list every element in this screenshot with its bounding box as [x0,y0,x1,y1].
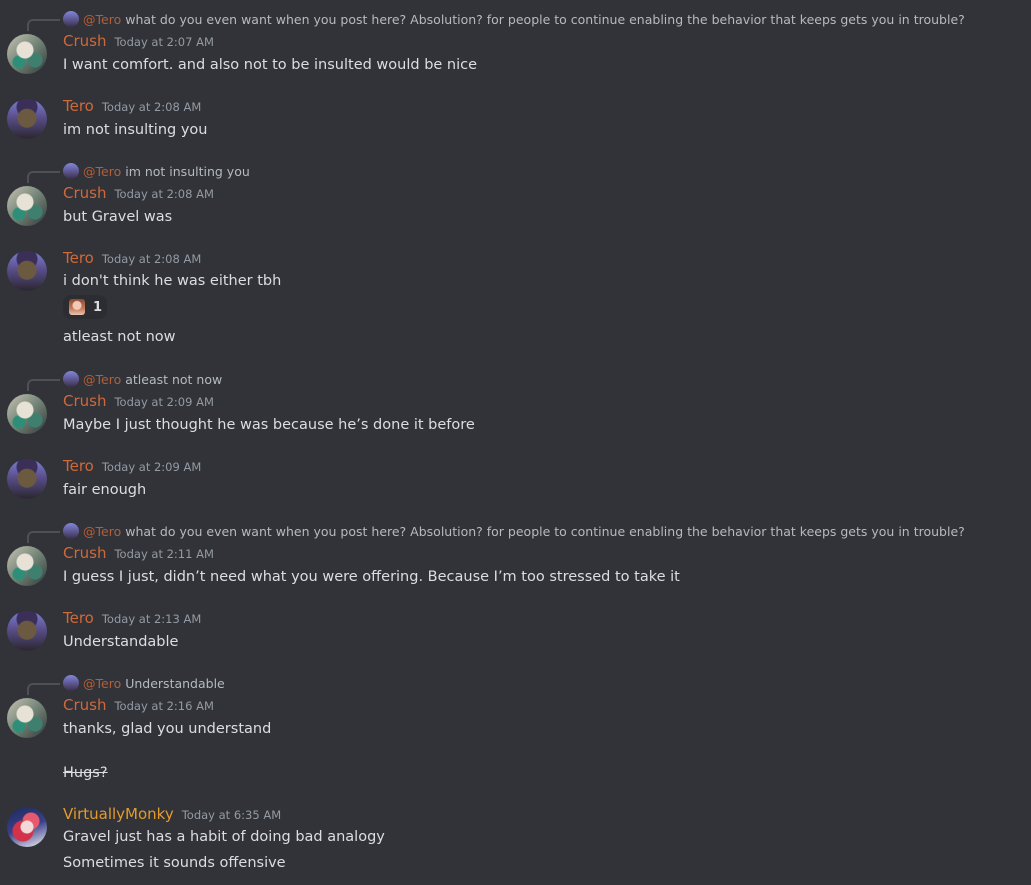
reply-connector [27,531,60,543]
timestamp[interactable]: Today at 2:13 AM [102,612,201,626]
message-header: Tero Today at 2:08 AM [63,97,201,119]
message-header: VirtuallyMonky Today at 6:35 AM [63,805,281,827]
reply-preview[interactable]: @Tero what do you even want when you pos… [63,522,965,540]
reply-connector [27,683,60,695]
reply-text[interactable]: im not insulting you [125,164,250,179]
reply-preview[interactable]: @Tero what do you even want when you pos… [63,10,965,28]
username[interactable]: Crush [63,544,106,562]
reply-mention[interactable]: @Tero [83,676,121,691]
reply-connector [27,171,60,183]
reply-text[interactable]: what do you even want when you post here… [125,12,965,27]
timestamp[interactable]: Today at 2:08 AM [102,252,201,266]
reply-text[interactable]: atleast not now [125,372,222,387]
message-header: Crush Today at 2:09 AM [63,392,214,414]
username[interactable]: Crush [63,184,106,202]
username[interactable]: Tero [63,457,94,475]
username[interactable]: Tero [63,97,94,115]
avatar[interactable] [7,251,47,291]
message-header: Crush Today at 2:11 AM [63,544,214,566]
reply-preview[interactable]: @Tero Understandable [63,674,225,692]
message-text: I guess I just, didn’t need what you wer… [63,569,680,585]
timestamp[interactable]: Today at 2:07 AM [114,35,213,49]
username[interactable]: Tero [63,249,94,267]
avatar[interactable] [7,611,47,651]
reaction-count: 1 [93,299,103,315]
reply-text[interactable]: what do you even want when you post here… [125,524,965,539]
timestamp[interactable]: Today at 2:16 AM [114,699,213,713]
reply-connector [27,379,60,391]
message-header: Crush Today at 2:07 AM [63,32,214,54]
reply-avatar [63,163,79,179]
username[interactable]: Crush [63,32,106,50]
message-text: fair enough [63,482,147,498]
reaction-button[interactable]: 1 [63,295,107,319]
message-header: Crush Today at 2:16 AM [63,696,214,718]
avatar[interactable] [7,698,47,738]
timestamp[interactable]: Today at 2:09 AM [114,395,213,409]
reply-mention[interactable]: @Tero [83,12,121,27]
avatar[interactable] [7,459,47,499]
avatar[interactable] [7,546,47,586]
reply-mention[interactable]: @Tero [83,524,121,539]
username[interactable]: VirtuallyMonky [63,805,174,823]
message-header: Tero Today at 2:13 AM [63,609,201,631]
message-text: Sometimes it sounds offensive [63,855,286,871]
message-text: thanks, glad you understand [63,721,272,737]
message-text: I want comfort. and also not to be insul… [63,57,478,73]
message-text: i don't think he was either tbh [63,273,282,289]
timestamp[interactable]: Today at 2:08 AM [114,187,213,201]
avatar[interactable] [7,34,47,74]
avatar[interactable] [7,186,47,226]
reply-avatar [63,675,79,691]
reply-avatar [63,371,79,387]
reply-mention[interactable]: @Tero [83,164,121,179]
message-text: Gravel just has a habit of doing bad ana… [63,829,385,845]
reply-mention[interactable]: @Tero [83,372,121,387]
message-text: Maybe I just thought he was because he’s… [63,417,475,433]
reply-avatar [63,11,79,27]
avatar[interactable] [7,394,47,434]
message-header: Tero Today at 2:09 AM [63,457,201,479]
reply-connector [27,19,60,31]
username[interactable]: Crush [63,696,106,714]
reply-avatar [63,523,79,539]
message-text: but Gravel was [63,209,173,225]
message-text: atleast not now [63,329,176,345]
avatar[interactable] [7,807,47,847]
chat-message-list: @Tero what do you even want when you pos… [0,0,1031,885]
struck-message-text: Hugs? [63,765,108,781]
timestamp[interactable]: Today at 2:08 AM [102,100,201,114]
reply-preview[interactable]: @Tero im not insulting you [63,162,250,180]
message-text: im not insulting you [63,122,208,138]
message-header: Tero Today at 2:08 AM [63,249,201,271]
timestamp[interactable]: Today at 2:11 AM [114,547,213,561]
avatar[interactable] [7,99,47,139]
username[interactable]: Tero [63,609,94,627]
message-text: Understandable [63,634,179,650]
character-face-emoji-icon [69,299,85,315]
timestamp[interactable]: Today at 6:35 AM [182,808,281,822]
timestamp[interactable]: Today at 2:09 AM [102,460,201,474]
reply-preview[interactable]: @Tero atleast not now [63,370,222,388]
reply-text[interactable]: Understandable [125,676,225,691]
message-header: Crush Today at 2:08 AM [63,184,214,206]
username[interactable]: Crush [63,392,106,410]
